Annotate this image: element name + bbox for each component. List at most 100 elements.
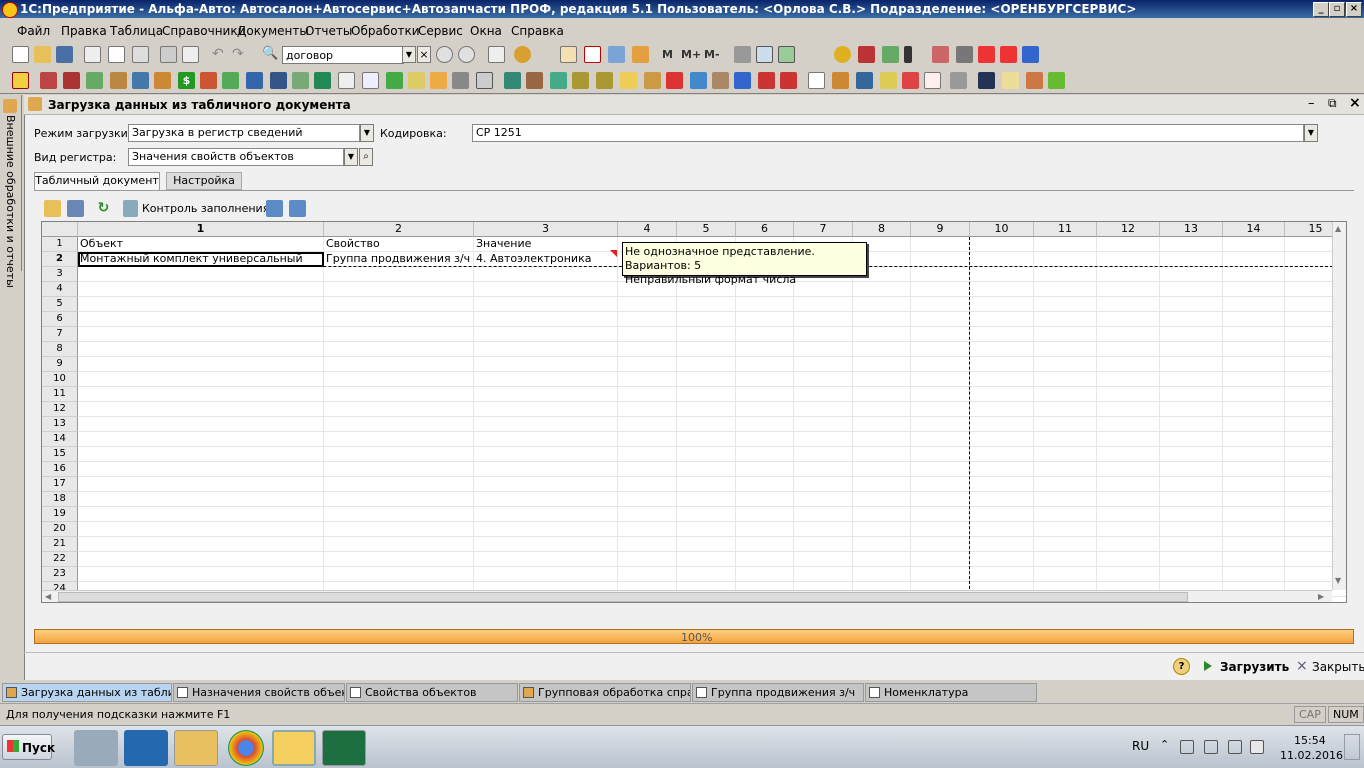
memory-mminus-button[interactable]: M- bbox=[704, 48, 720, 61]
grid-corner[interactable] bbox=[42, 222, 78, 237]
column-header[interactable]: 14 bbox=[1223, 222, 1285, 237]
column-header[interactable]: 12 bbox=[1097, 222, 1160, 237]
org-chart-icon[interactable] bbox=[292, 72, 309, 89]
window-tab-object-properties[interactable]: Свойства объектов bbox=[346, 683, 518, 702]
row-header[interactable]: 16 bbox=[42, 462, 78, 477]
row-header[interactable]: 14 bbox=[42, 432, 78, 447]
payment-icon[interactable] bbox=[644, 72, 661, 89]
menu-reports[interactable]: Отчеты bbox=[305, 24, 352, 38]
home-icon[interactable] bbox=[40, 72, 57, 89]
row-header[interactable]: 22 bbox=[42, 552, 78, 567]
close-window-button[interactable]: × bbox=[1346, 2, 1362, 17]
scroll-right-icon[interactable]: ▶ bbox=[1318, 592, 1324, 601]
close-button[interactable]: Закрыть bbox=[1312, 660, 1364, 674]
row-header[interactable]: 8 bbox=[42, 342, 78, 357]
pko-icon[interactable] bbox=[572, 72, 589, 89]
coins-icon[interactable] bbox=[880, 72, 897, 89]
tray-device-icon[interactable] bbox=[1204, 740, 1218, 754]
scroll-down-icon[interactable]: ▼ bbox=[1335, 576, 1341, 585]
print-preview-icon[interactable] bbox=[182, 46, 199, 63]
row-header[interactable]: 5 bbox=[42, 297, 78, 312]
sum-icon[interactable] bbox=[924, 72, 941, 89]
printer-small-icon[interactable] bbox=[950, 72, 967, 89]
show-desktop-button[interactable] bbox=[1344, 734, 1360, 760]
person-icon[interactable] bbox=[154, 72, 171, 89]
refresh-icon[interactable]: ↻ bbox=[95, 200, 112, 217]
menu-service[interactable]: Сервис bbox=[418, 24, 463, 38]
column-header[interactable]: 5 bbox=[677, 222, 736, 237]
vertical-scrollbar[interactable]: ▲ ▼ bbox=[1332, 222, 1346, 590]
row-header[interactable]: 19 bbox=[42, 507, 78, 522]
encoding-select[interactable]: CP 1251 bbox=[472, 124, 1304, 142]
cell-r1c1[interactable]: Объект bbox=[79, 237, 123, 252]
column-header[interactable]: 9 bbox=[911, 222, 970, 237]
window-tab-promotion-group[interactable]: Группа продвижения з/ч bbox=[692, 683, 864, 702]
language-indicator[interactable]: RU bbox=[1132, 739, 1149, 753]
menu-documents[interactable]: Документы bbox=[237, 24, 309, 38]
search-prev-icon[interactable] bbox=[458, 46, 475, 63]
boxes-icon[interactable] bbox=[86, 72, 103, 89]
row-header[interactable]: 4 bbox=[42, 282, 78, 297]
transfer-icon[interactable] bbox=[526, 72, 543, 89]
row-header[interactable]: 12 bbox=[42, 402, 78, 417]
column-header[interactable]: 6 bbox=[736, 222, 794, 237]
column-header[interactable]: 7 bbox=[794, 222, 853, 237]
column-header[interactable]: 8 bbox=[853, 222, 911, 237]
mode-dropdown-button[interactable]: ▼ bbox=[360, 124, 374, 142]
memory-mplus-button[interactable]: M+ bbox=[681, 48, 701, 61]
restore-button[interactable]: ▫ bbox=[1329, 2, 1345, 17]
column-header[interactable]: 2 bbox=[324, 222, 474, 237]
import-icon[interactable] bbox=[266, 200, 283, 217]
open-file-icon[interactable] bbox=[44, 200, 61, 217]
doc-table-icon[interactable] bbox=[362, 72, 379, 89]
doc-lines-icon[interactable] bbox=[338, 72, 355, 89]
load-button[interactable]: Загрузить bbox=[1220, 660, 1289, 674]
taskbar-chrome-icon[interactable] bbox=[228, 730, 264, 766]
column-header[interactable]: 4 bbox=[618, 222, 677, 237]
invoice-minus-icon[interactable] bbox=[1000, 46, 1017, 63]
table-icon[interactable] bbox=[476, 72, 493, 89]
column-header[interactable]: 13 bbox=[1160, 222, 1223, 237]
print-icon[interactable] bbox=[160, 46, 177, 63]
calculator-icon[interactable] bbox=[560, 46, 577, 63]
users-icon[interactable] bbox=[608, 46, 625, 63]
arrows-red-icon[interactable] bbox=[666, 72, 683, 89]
undo-icon[interactable]: ↶ bbox=[212, 46, 229, 63]
cell-r1c2[interactable]: Свойство bbox=[325, 237, 380, 252]
search-input[interactable] bbox=[282, 46, 404, 64]
column-header[interactable]: 1 bbox=[78, 222, 324, 237]
receipt-plus-icon[interactable] bbox=[550, 72, 567, 89]
chart-icon[interactable] bbox=[430, 72, 447, 89]
notes-icon[interactable] bbox=[632, 46, 649, 63]
clock-time[interactable]: 15:54 bbox=[1294, 734, 1326, 747]
row-header[interactable]: 21 bbox=[42, 537, 78, 552]
volume-muted-icon[interactable] bbox=[1250, 740, 1264, 754]
info-icon[interactable] bbox=[514, 46, 531, 63]
tab-settings[interactable]: Настройка bbox=[166, 172, 242, 190]
folder-red-icon[interactable] bbox=[200, 72, 217, 89]
save-icon[interactable] bbox=[56, 46, 73, 63]
wrench-icon[interactable] bbox=[932, 46, 949, 63]
menu-table[interactable]: Таблица bbox=[110, 24, 163, 38]
fill-control-button[interactable]: Контроль заполнения bbox=[142, 202, 269, 215]
bell-icon[interactable] bbox=[834, 46, 851, 63]
row-header[interactable]: 2 bbox=[42, 252, 78, 267]
taskbar-powershell-icon[interactable] bbox=[124, 730, 168, 766]
register-select[interactable]: Значения свойств объектов bbox=[128, 148, 344, 166]
row-header[interactable]: 3 bbox=[42, 267, 78, 282]
doc-blank-icon[interactable] bbox=[808, 72, 825, 89]
open-folder-icon[interactable] bbox=[34, 46, 51, 63]
menu-processing[interactable]: Обработки bbox=[351, 24, 420, 38]
menu-catalogs[interactable]: Справочники bbox=[162, 24, 245, 38]
row-header[interactable]: 23 bbox=[42, 567, 78, 582]
grid-check-icon[interactable] bbox=[778, 46, 795, 63]
taskbar-computer-icon[interactable] bbox=[74, 730, 118, 766]
books-icon[interactable] bbox=[504, 72, 521, 89]
book-icon[interactable] bbox=[978, 72, 995, 89]
error-marker-icon[interactable] bbox=[610, 250, 617, 257]
flag-icon[interactable] bbox=[1180, 740, 1194, 754]
form-minimize-button[interactable]: – bbox=[1308, 96, 1315, 111]
mode-select[interactable]: Загрузка в регистр сведений bbox=[128, 124, 360, 142]
spreadsheet-grid[interactable]: 1 2 3 4 5 6 7 8 9 10 11 12 13 14 15 1 2 3 4 5 6 7 8 9 10 11 12 13 1… bbox=[41, 221, 1347, 603]
horizontal-scrollbar[interactable]: ◀ ▶ bbox=[42, 590, 1332, 602]
